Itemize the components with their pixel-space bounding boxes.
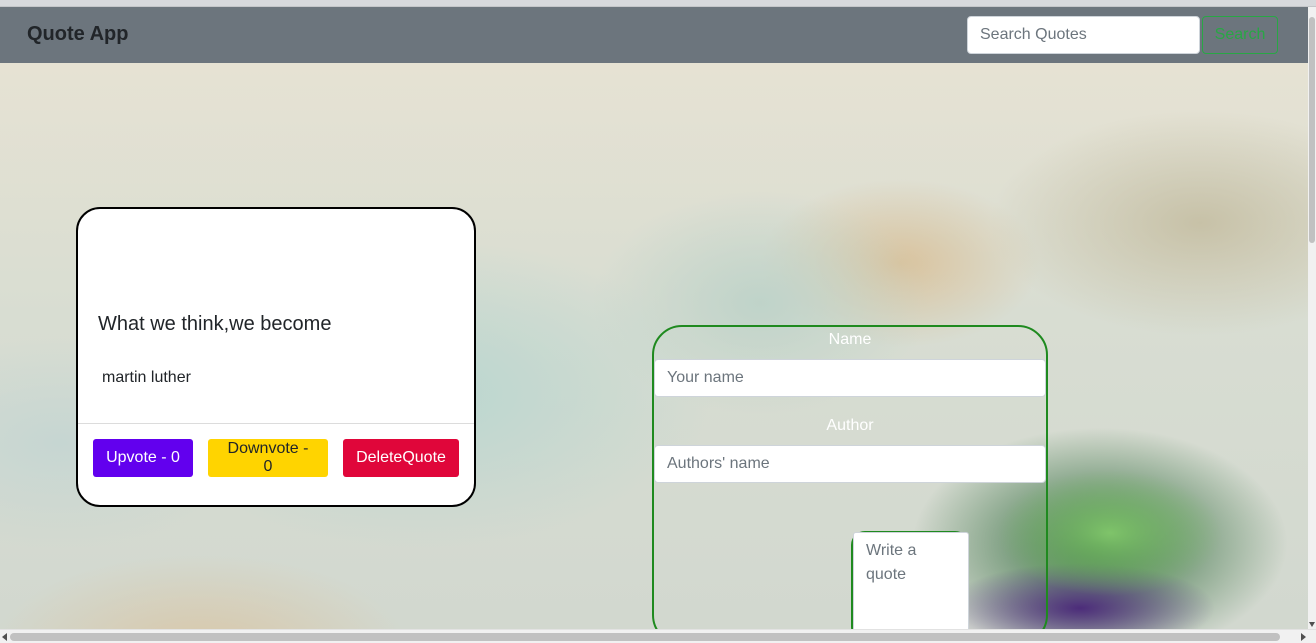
upvote-button[interactable]: Upvote - 0 [93, 439, 193, 477]
horizontal-scrollbar[interactable] [0, 629, 1316, 643]
delete-quote-button[interactable]: DeleteQuote [343, 439, 459, 477]
quote-text: What we think,we become [98, 313, 332, 335]
navbar: Quote App Search [0, 7, 1308, 63]
card-footer-divider [78, 423, 474, 424]
quote-author: martin luther [102, 369, 191, 386]
quote-textarea[interactable] [853, 532, 969, 642]
downvote-button[interactable]: Downvote - 0 [208, 439, 328, 477]
name-label: Name [828, 331, 872, 348]
quote-card: What we think,we become martin luther Up… [76, 207, 476, 507]
name-field[interactable] [654, 359, 1046, 397]
brand-title[interactable]: Quote App [27, 23, 128, 46]
scroll-down-arrow-icon[interactable] [1309, 622, 1315, 627]
vertical-scrollbar[interactable] [1308, 7, 1316, 629]
search-input[interactable] [967, 16, 1200, 54]
browser-top-edge [0, 0, 1316, 7]
vertical-scroll-thumb[interactable] [1309, 17, 1315, 243]
search-button[interactable]: Search [1202, 16, 1278, 54]
scroll-left-arrow-icon[interactable] [2, 633, 7, 641]
author-field[interactable] [654, 445, 1046, 483]
horizontal-scroll-thumb[interactable] [10, 633, 1280, 641]
scroll-right-arrow-icon[interactable] [1301, 633, 1306, 641]
author-label: Author [826, 417, 874, 434]
new-quote-form: Name Author [652, 325, 1048, 643]
